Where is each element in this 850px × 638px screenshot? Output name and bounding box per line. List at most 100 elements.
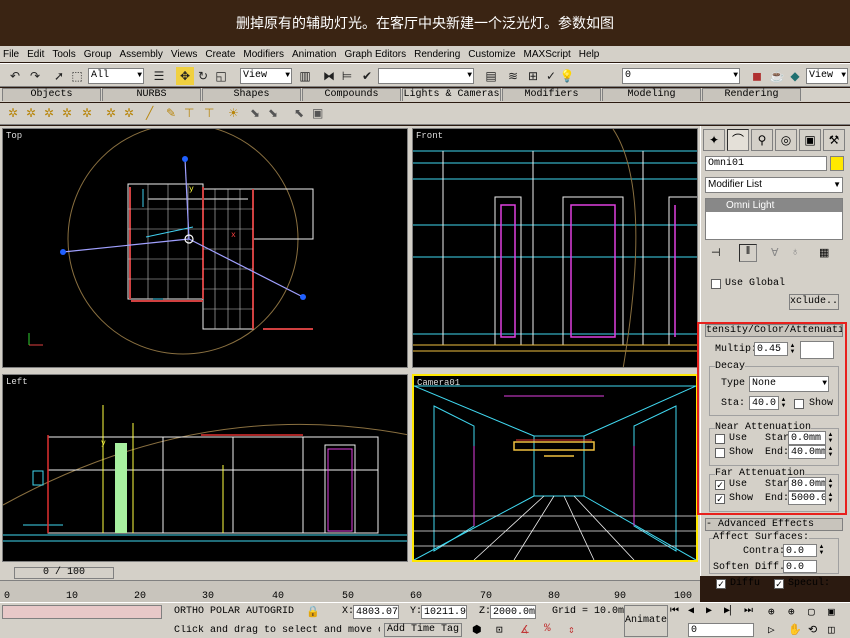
menu-create[interactable]: Create xyxy=(205,49,235,60)
pan-icon[interactable]: ✋ xyxy=(788,623,802,637)
object-name-field[interactable]: Omni01 xyxy=(705,156,827,171)
orbit-icon[interactable]: ⬢ xyxy=(472,623,482,637)
photometric-icon[interactable]: ⊤ xyxy=(184,106,194,120)
menu-modifiers[interactable]: Modifiers xyxy=(243,49,284,60)
maximize-viewport-icon[interactable]: ◫ xyxy=(828,623,835,637)
animate-button[interactable]: Animate xyxy=(624,605,668,637)
viewport-label-left[interactable]: Left xyxy=(6,377,28,387)
zoom-all-icon[interactable]: ⊕ xyxy=(788,605,795,619)
current-frame-field[interactable]: 0 xyxy=(688,623,754,637)
track-bar[interactable]: 0 10 20 30 40 50 60 70 80 90 100 xyxy=(0,580,700,602)
angle-snap-icon[interactable]: ∡ xyxy=(520,623,530,637)
stack-item-omni-light[interactable]: Omni Light xyxy=(706,199,842,212)
selection-filter-dropdown[interactable]: All xyxy=(88,68,144,84)
menu-maxscript[interactable]: MAXScript xyxy=(524,49,571,60)
pen-icon[interactable]: ╱ xyxy=(146,106,153,120)
camera-tool-icon[interactable]: ▣ xyxy=(312,106,323,120)
x-coordinate-field[interactable]: 4803.07 xyxy=(353,605,399,619)
utilities-tab-icon[interactable]: ⚒ xyxy=(823,129,845,151)
time-slider[interactable]: 0 / 100 xyxy=(14,567,114,579)
scale-icon[interactable]: ◱ xyxy=(212,67,230,85)
snap-icon[interactable]: ✔ xyxy=(358,67,376,85)
menu-help[interactable]: Help xyxy=(579,49,600,60)
tab-objects[interactable]: Objects xyxy=(2,88,101,101)
display-tab-icon[interactable]: ▣ xyxy=(799,129,821,151)
tab-lights-cameras[interactable]: Lights & Cameras xyxy=(402,88,501,101)
layer-props-icon[interactable]: ⊞ xyxy=(524,67,542,85)
menu-tools[interactable]: Tools xyxy=(52,49,75,60)
named-selection-dropdown[interactable] xyxy=(378,68,474,84)
tab-shapes[interactable]: Shapes xyxy=(202,88,301,101)
redo-icon[interactable]: ↷ xyxy=(26,67,44,85)
menu-rendering[interactable]: Rendering xyxy=(414,49,460,60)
move-icon[interactable]: ✥ xyxy=(176,67,194,85)
advanced-effects-rollout-header[interactable]: - Advanced Effects xyxy=(705,518,843,531)
sun-icon[interactable]: ☀ xyxy=(228,106,239,120)
modifier-list-dropdown[interactable]: Modifier List xyxy=(705,177,843,193)
viewport-left[interactable]: Left y xyxy=(2,374,408,562)
tab-compounds[interactable]: Compounds xyxy=(302,88,401,101)
viewport-front[interactable]: Front xyxy=(412,128,698,368)
reference-coord-dropdown[interactable]: View xyxy=(240,68,292,84)
specular-checkbox[interactable]: ✓ xyxy=(774,579,784,589)
render-last-icon[interactable]: ◆ xyxy=(786,67,804,85)
linear-light-icon[interactable]: ⊤ xyxy=(204,106,214,120)
select-region-icon[interactable]: ⬚ xyxy=(68,67,86,85)
tab-modeling[interactable]: Modeling xyxy=(602,88,701,101)
field-of-view-icon[interactable]: ▷ xyxy=(768,623,775,637)
motion-tab-icon[interactable]: ◎ xyxy=(775,129,797,151)
layer-dropdown[interactable]: 0 xyxy=(622,68,740,84)
y-coordinate-field[interactable]: 10211.9 xyxy=(421,605,467,619)
pivot-icon[interactable]: ▥ xyxy=(296,67,314,85)
object-color-swatch[interactable] xyxy=(830,156,844,171)
quick-render-icon[interactable]: ☕ xyxy=(768,67,786,85)
create-tab-icon[interactable]: ✦ xyxy=(703,129,725,151)
lock-selection-icon[interactable]: 🔒 xyxy=(306,605,320,619)
snap-modes[interactable]: ORTHO POLAR AUTOGRID xyxy=(174,606,294,617)
menu-graph-editors[interactable]: Graph Editors xyxy=(344,49,406,60)
make-unique-icon[interactable]: ∀ xyxy=(771,246,779,259)
next-frame-icon[interactable]: ▶▏ xyxy=(724,605,736,617)
area-light-icon[interactable]: ✎ xyxy=(166,106,176,120)
contrast-field[interactable]: 0.0 xyxy=(783,544,817,557)
undo-icon[interactable]: ↶ xyxy=(6,67,24,85)
viewport-top[interactable]: Top y x xyxy=(2,128,408,368)
zoom-extents-icon[interactable]: ▢ xyxy=(808,605,815,619)
omni-icon[interactable]: ✲ xyxy=(82,106,92,120)
exclude-button[interactable]: xclude.. xyxy=(789,294,839,310)
menu-views[interactable]: Views xyxy=(171,49,198,60)
modify-tab-icon[interactable]: ⌒ xyxy=(727,129,749,151)
layer-manager-icon[interactable]: ▤ xyxy=(482,67,500,85)
remove-modifier-icon[interactable]: ♁ xyxy=(791,246,799,258)
mirror-icon[interactable]: ⧓ xyxy=(320,67,338,85)
select-by-name-icon[interactable]: ☰ xyxy=(150,67,168,85)
pin-stack-icon[interactable]: ⊣ xyxy=(711,246,721,259)
render-scene-icon[interactable]: ◼ xyxy=(748,67,766,85)
play-icon[interactable]: ▶ xyxy=(706,605,712,617)
zoom-extents-all-icon[interactable]: ▣ xyxy=(828,605,835,619)
menu-group[interactable]: Group xyxy=(84,49,112,60)
viewport-camera[interactable]: Camera01 xyxy=(412,374,698,562)
free-spot-icon[interactable]: ✲ xyxy=(26,106,36,120)
diffuse-checkbox[interactable]: ✓ xyxy=(716,579,726,589)
viewport-label-camera[interactable]: Camera01 xyxy=(417,378,460,388)
target-camera-icon[interactable]: ⬊ xyxy=(250,106,260,120)
align-icon[interactable]: ⊨ xyxy=(338,67,356,85)
show-end-result-icon[interactable]: ‖ xyxy=(739,244,757,262)
menu-file[interactable]: File xyxy=(3,49,19,60)
percent-snap-icon[interactable]: % xyxy=(544,623,551,635)
camera-match-icon[interactable]: ⬉ xyxy=(294,106,304,120)
viewport-label-front[interactable]: Front xyxy=(416,131,443,141)
menu-assembly[interactable]: Assembly xyxy=(120,49,163,60)
directional-icon[interactable]: ✲ xyxy=(62,106,72,120)
sky-light-icon[interactable]: ✲ xyxy=(106,106,116,120)
mr-area-omni-icon[interactable]: ✲ xyxy=(124,106,134,120)
rotate-icon[interactable]: ↻ xyxy=(194,67,212,85)
add-time-tag-button[interactable]: Add Time Tag xyxy=(384,623,462,637)
free-camera-icon[interactable]: ⬊ xyxy=(268,106,278,120)
previous-frame-icon[interactable]: ◀ xyxy=(688,605,694,617)
menu-edit[interactable]: Edit xyxy=(27,49,44,60)
configure-modifier-icon[interactable]: ▦ xyxy=(819,246,829,259)
spinner-snap-icon[interactable]: ⇕ xyxy=(568,623,575,637)
menu-customize[interactable]: Customize xyxy=(468,49,515,60)
